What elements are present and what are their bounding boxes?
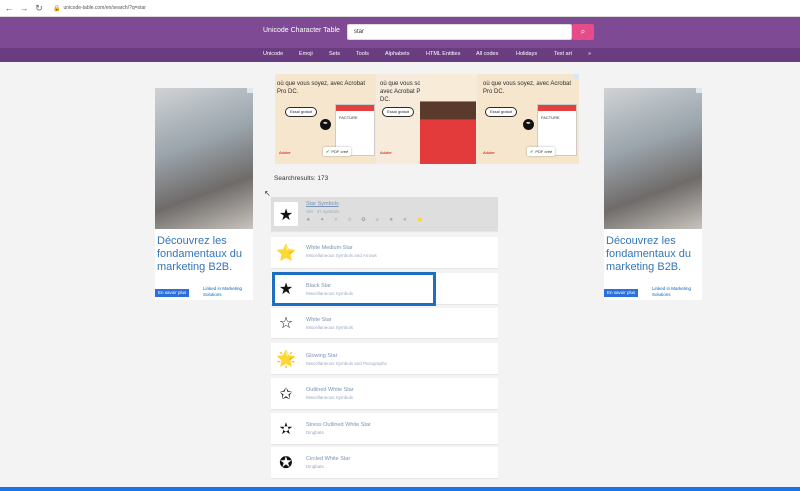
banner-ad[interactable]: où que vous soyez, avec Acrobat Pro DC. … bbox=[275, 74, 579, 164]
menu-item-tools[interactable]: Tools bbox=[356, 51, 369, 57]
ad-headline: Découvrez les fondamentaux du marketing … bbox=[606, 235, 692, 273]
result-subtitle: Set · 47 symbols bbox=[306, 209, 340, 214]
arrow-left-icon[interactable]: ← bbox=[3, 2, 15, 14]
result-subtitle: Miscellaneous Symbols and Pictographs bbox=[306, 361, 387, 366]
banner-panel: où que vous soyez, avec Acrobat Pro DC. … bbox=[376, 74, 477, 164]
set-preview-symbols: ★ ✦ ✧ ✩ ✪ ✫ ✬ ✭ ⭐ bbox=[306, 217, 427, 223]
result-item-glowing-star[interactable]: 🌟 Glowing Star Miscellaneous Symbols and… bbox=[271, 343, 498, 375]
banner-trial-button[interactable]: Essai gratuit bbox=[382, 107, 415, 117]
result-subtitle: Dingbats bbox=[306, 464, 324, 469]
search-button[interactable]: ⌕ bbox=[572, 24, 594, 40]
banner-panel: où que vous soyez, avec Acrobat Pro DC. … bbox=[275, 74, 376, 164]
pdf-badge: ✔ PDF créé bbox=[527, 147, 556, 156]
ad-brand: Linked in Marketing Solutions bbox=[203, 286, 243, 297]
result-count: Searchresults: 173 bbox=[274, 175, 329, 182]
bottom-accent-bar bbox=[0, 487, 800, 491]
menu-item-sets[interactable]: Sets bbox=[329, 51, 340, 57]
result-subtitle: Dingbats bbox=[306, 430, 324, 435]
ad-headline: Découvrez les fondamentaux du marketing … bbox=[157, 235, 243, 273]
result-item-circled-white-star[interactable]: ✪ Circled White Star Dingbats bbox=[271, 447, 498, 479]
ad-photo bbox=[155, 88, 253, 229]
result-subtitle: Miscellaneous Symbols bbox=[306, 395, 354, 400]
menu-item-all-codes[interactable]: All codes bbox=[476, 51, 498, 57]
result-name[interactable]: Star Symbols bbox=[306, 201, 339, 207]
reload-icon[interactable]: ↻ bbox=[33, 2, 45, 14]
stress-outlined-star-icon: ✫ bbox=[279, 419, 293, 438]
browser-toolbar: ← → ↻ 🔒 unicode-table.com/en/search/?q=s… bbox=[0, 0, 800, 17]
pdf-badge: ✔ PDF créé bbox=[323, 147, 352, 156]
menu-item-unicode[interactable]: Unicode bbox=[263, 51, 283, 57]
menu-more[interactable]: » bbox=[588, 51, 591, 57]
check-icon: ✔ bbox=[326, 149, 330, 154]
right-side-ad[interactable]: Découvrez les fondamentaux du marketing … bbox=[604, 88, 702, 300]
ad-choices-icon[interactable] bbox=[696, 88, 702, 93]
pen-icon: ✒ bbox=[523, 119, 534, 130]
result-item-white-star[interactable]: ☆ White Star Miscellaneous Symbols bbox=[271, 308, 498, 339]
left-side-ad[interactable]: Découvrez les fondamentaux du marketing … bbox=[155, 88, 253, 300]
ad-cta-button[interactable]: En savoir plus bbox=[155, 289, 190, 297]
adobe-logo: Adobe bbox=[380, 150, 392, 155]
highlight-box bbox=[272, 272, 436, 306]
adobe-logo: Adobe bbox=[279, 150, 291, 155]
address-bar[interactable]: 🔒 unicode-table.com/en/search/?q=star bbox=[53, 3, 773, 14]
menu-item-html-entities[interactable]: HTML Entities bbox=[426, 51, 460, 57]
result-item-outlined-white-star[interactable]: ✩ Outlined White Star Miscellaneous Symb… bbox=[271, 378, 498, 410]
arrow-right-icon[interactable]: → bbox=[18, 2, 30, 14]
result-subtitle: Miscellaneous Symbols bbox=[306, 325, 354, 330]
result-name[interactable]: Outlined White Star bbox=[306, 387, 354, 393]
result-name[interactable]: Glowing Star bbox=[306, 353, 338, 359]
ad-choices-icon[interactable] bbox=[247, 88, 253, 93]
result-subtitle: Miscellaneous Symbols and Arrows bbox=[306, 253, 377, 258]
banner-copy: où que vous soyez, avec Acrobat Pro DC. bbox=[277, 81, 366, 95]
banner-panel: où que vous soyez, avec Acrobat Pro DC. … bbox=[477, 74, 579, 164]
circled-white-star-icon: ✪ bbox=[279, 453, 293, 472]
mouse-cursor-icon: ↖ bbox=[264, 189, 271, 198]
main-menu: Unicode Emoji Sets Tools Alphabets HTML … bbox=[0, 48, 800, 62]
result-name[interactable]: Stress Outlined White Star bbox=[306, 422, 371, 428]
result-item-stress-outlined-white-star[interactable]: ✫ Stress Outlined White Star Dingbats bbox=[271, 413, 498, 445]
star-glyph-icon: ★ bbox=[273, 201, 299, 227]
result-item-white-medium-star[interactable]: ⭐ White Medium Star Miscellaneous Symbol… bbox=[271, 237, 498, 269]
menu-item-holidays[interactable]: Holidays bbox=[516, 51, 537, 57]
white-medium-star-icon: ⭐ bbox=[276, 243, 296, 262]
white-star-icon: ☆ bbox=[278, 313, 294, 332]
site-header: Unicode Character Table ⌕ bbox=[0, 17, 800, 48]
lock-icon: 🔒 bbox=[53, 5, 61, 12]
check-icon: ✔ bbox=[530, 149, 534, 154]
banner-trial-button[interactable]: Essai gratuit bbox=[285, 107, 318, 117]
search-input[interactable] bbox=[347, 24, 572, 40]
document-label: FACTURE bbox=[541, 115, 560, 120]
result-item-star-symbols[interactable]: ★ Star Symbols Set · 47 symbols ★ ✦ ✧ ✩ … bbox=[271, 197, 498, 232]
menu-item-alphabets[interactable]: Alphabets bbox=[385, 51, 409, 57]
banner-copy: où que vous soyez, avec Acrobat Pro DC. bbox=[483, 81, 572, 95]
ad-photo bbox=[604, 88, 702, 229]
ad-cta-button[interactable]: En savoir plus bbox=[604, 289, 639, 297]
menu-item-text-art[interactable]: Text art bbox=[554, 51, 572, 57]
outlined-white-star-icon: ✩ bbox=[279, 384, 293, 403]
result-name[interactable]: White Star bbox=[306, 317, 332, 323]
document-label: FACTURE bbox=[339, 115, 358, 120]
url-text: unicode-table.com/en/search/?q=star bbox=[63, 5, 146, 11]
glowing-star-icon: 🌟 bbox=[276, 349, 296, 368]
ad-brand: Linked in Marketing Solutions bbox=[652, 286, 692, 297]
site-title[interactable]: Unicode Character Table bbox=[263, 27, 340, 34]
result-name[interactable]: White Medium Star bbox=[306, 245, 353, 251]
banner-trial-button[interactable]: Essai gratuit bbox=[485, 107, 518, 117]
menu-item-emoji[interactable]: Emoji bbox=[299, 51, 313, 57]
pen-icon: ✒ bbox=[320, 119, 331, 130]
search-icon: ⌕ bbox=[580, 27, 586, 36]
adobe-logo: Adobe bbox=[483, 150, 495, 155]
ad-choices-icon[interactable] bbox=[573, 74, 579, 79]
result-name[interactable]: Circled White Star bbox=[306, 456, 350, 462]
woman-photo bbox=[420, 74, 476, 164]
